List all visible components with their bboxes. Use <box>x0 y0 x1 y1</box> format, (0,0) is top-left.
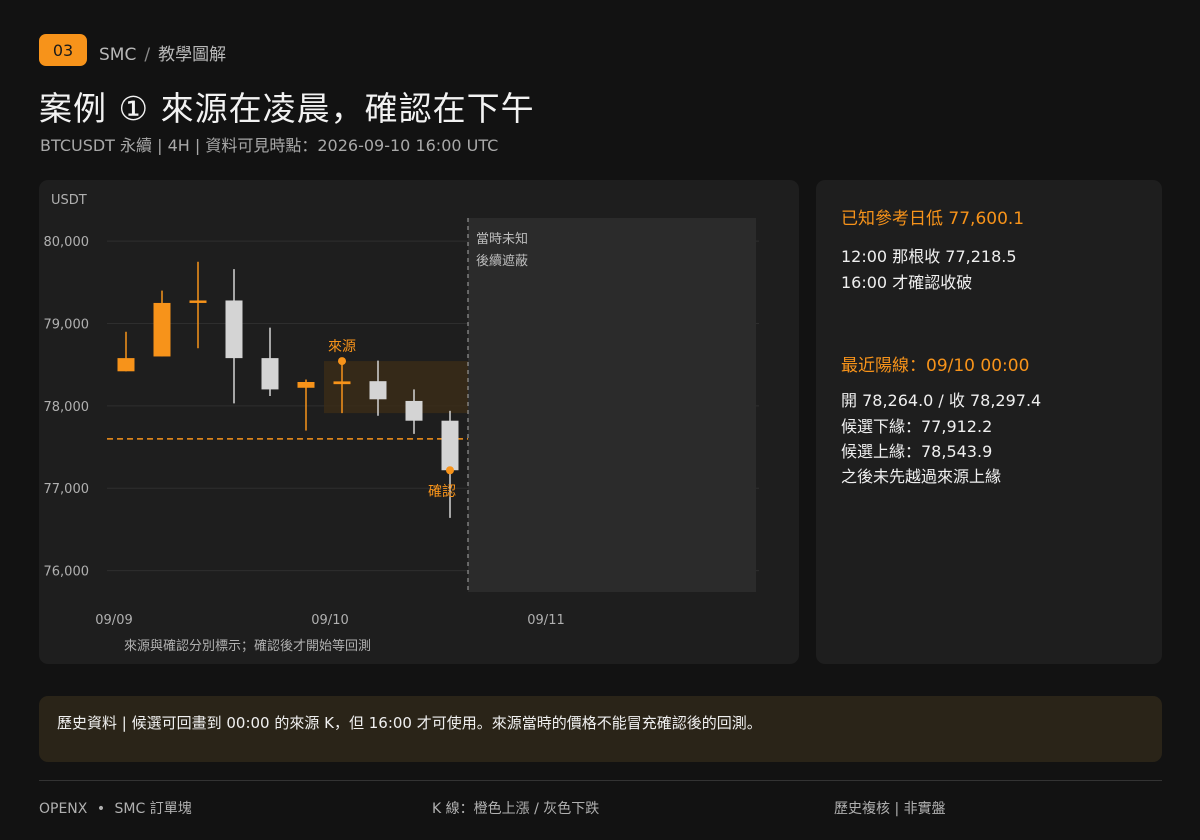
info-panel: 已知參考日低 77,600.1 12:00 那根收 77,218.5 16:00… <box>816 180 1162 664</box>
candle-body-down <box>225 300 243 359</box>
mask-label-hidden: 後續遮蔽 <box>476 253 528 269</box>
x-tick-label: 09/10 <box>311 613 348 628</box>
y-axis-unit-label: USDT <box>51 193 87 208</box>
x-tick-label: 09/11 <box>527 613 564 628</box>
breadcrumb: SMC / 教學圖解 <box>99 40 226 65</box>
breadcrumb-sub[interactable]: 教學圖解 <box>158 45 226 65</box>
not-crossed-line: 之後未先越過來源上緣 <box>841 467 1002 486</box>
footer-status: 歷史複核 | 非實盤 <box>834 801 946 817</box>
candle-body-up <box>117 358 135 372</box>
y-tick-label: 77,000 <box>44 482 90 497</box>
y-tick-label: 79,000 <box>44 318 90 333</box>
y-tick-label: 78,000 <box>44 400 90 415</box>
reference-close-line: 12:00 那根收 77,218.5 <box>841 247 1017 266</box>
reference-low-heading: 已知參考日低 77,600.1 <box>841 209 1025 229</box>
history-note-text: 歷史資料 | 候選可回畫到 00:00 的來源 K，但 16:00 才可使用。來… <box>57 714 762 732</box>
source-label: 來源 <box>328 339 356 355</box>
candle-body-down <box>369 381 387 400</box>
page-title: 案例 ① 來源在凌晨，確認在下午 <box>39 89 535 128</box>
source-marker <box>338 357 346 366</box>
bull-open-close-line: 開 78,264.0 / 收 78,297.4 <box>841 391 1042 410</box>
footer-legend: K 線：橙色上漲 / 灰色下跌 <box>432 801 600 817</box>
candle-body-up <box>333 381 351 385</box>
footer-product: SMC 訂單塊 <box>114 801 192 817</box>
confirm-marker <box>446 466 454 475</box>
candle-body-up <box>297 382 315 388</box>
chart-caption: 來源與確認分別標示；確認後才開始等回測 <box>124 638 371 654</box>
history-note: 歷史資料 | 候選可回畫到 00:00 的來源 K，但 16:00 才可使用。來… <box>39 696 1162 762</box>
bull-candle-heading: 最近陽線：09/10 00:00 <box>841 356 1030 376</box>
candle-body-down <box>441 420 459 471</box>
candle-body-up <box>153 302 171 357</box>
page-subtitle: BTCUSDT 永續 | 4H | 資料可見時點：2026-09-10 16:0… <box>40 136 499 155</box>
step-badge: 03 <box>39 34 87 66</box>
candidate-lower-line: 候選下緣：77,912.2 <box>841 417 993 436</box>
confirm-label: 確認 <box>428 484 456 500</box>
breadcrumb-separator: / <box>144 45 151 65</box>
mask-label-unknown: 當時未知 <box>476 231 528 247</box>
candlestick-chart: USDT 80,000 79,000 78,000 77,000 76,000 當時未知後續… <box>44 193 759 654</box>
footer-dot: • <box>96 801 106 817</box>
y-tick-label: 76,000 <box>44 565 90 580</box>
reference-confirm-line: 16:00 才確認收破 <box>841 273 973 292</box>
footer-brand: OPENX <box>39 801 88 817</box>
chart-panel: USDT 80,000 79,000 78,000 77,000 76,000 當時未知後續… <box>39 180 799 664</box>
candle-body-down <box>261 358 279 390</box>
footer-divider <box>39 780 1162 781</box>
future-mask <box>468 218 756 592</box>
footer-left: OPENX • SMC 訂單塊 <box>39 798 192 818</box>
breadcrumb-main[interactable]: SMC <box>99 45 136 65</box>
candle-body-up <box>189 300 207 303</box>
x-tick-label: 09/09 <box>95 613 132 628</box>
candidate-upper-line: 候選上緣：78,543.9 <box>841 442 993 461</box>
candle-body-down <box>405 400 423 421</box>
source-zone <box>324 361 468 414</box>
y-tick-label: 80,000 <box>44 235 90 250</box>
